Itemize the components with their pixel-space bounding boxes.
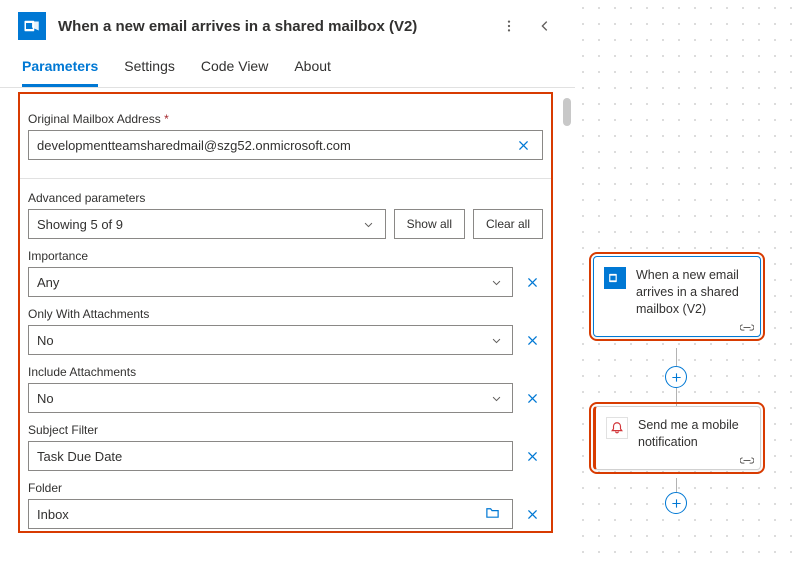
connector-line (676, 348, 677, 366)
outlook-icon (604, 267, 626, 289)
mailbox-input[interactable]: developmentteamsharedmail@szg52.onmicros… (28, 130, 543, 160)
mailbox-label: Original Mailbox Address * (28, 112, 543, 126)
tab-about[interactable]: About (294, 58, 331, 87)
tab-bar: Parameters Settings Code View About (0, 40, 575, 88)
flow-card-trigger[interactable]: When a new email arrives in a shared mai… (593, 256, 761, 337)
tab-parameters[interactable]: Parameters (22, 58, 98, 87)
highlighted-region: Original Mailbox Address * developmentte… (18, 92, 553, 533)
advanced-label: Advanced parameters (28, 191, 543, 205)
remove-include-attach-icon[interactable] (521, 387, 543, 409)
bell-icon (606, 417, 628, 439)
remove-only-attach-icon[interactable] (521, 329, 543, 351)
subject-label: Subject Filter (28, 423, 543, 437)
collapse-icon[interactable] (533, 14, 557, 38)
remove-folder-icon[interactable] (521, 503, 543, 525)
add-step-button[interactable] (665, 492, 687, 514)
clear-all-button[interactable]: Clear all (473, 209, 543, 239)
folder-picker-icon[interactable] (485, 505, 500, 523)
tab-code-view[interactable]: Code View (201, 58, 268, 87)
folder-input[interactable]: Inbox (28, 499, 513, 529)
show-all-button[interactable]: Show all (394, 209, 465, 239)
more-icon[interactable] (497, 14, 521, 38)
include-attach-label: Include Attachments (28, 365, 543, 379)
page-title: When a new email arrives in a shared mai… (58, 18, 485, 35)
flow-canvas[interactable]: When a new email arrives in a shared mai… (575, 0, 792, 562)
link-icon (740, 323, 754, 332)
advanced-select[interactable]: Showing 5 of 9 (28, 209, 386, 239)
only-attach-label: Only With Attachments (28, 307, 543, 321)
remove-importance-icon[interactable] (521, 271, 543, 293)
tab-settings[interactable]: Settings (124, 58, 175, 87)
remove-subject-icon[interactable] (521, 445, 543, 467)
add-step-button[interactable] (665, 366, 687, 388)
include-attach-select[interactable]: No (28, 383, 513, 413)
chevron-down-icon (361, 216, 377, 232)
folder-label: Folder (28, 481, 543, 495)
importance-select[interactable]: Any (28, 267, 513, 297)
only-attach-select[interactable]: No (28, 325, 513, 355)
link-icon (740, 456, 754, 465)
subject-input[interactable]: Task Due Date (28, 441, 513, 471)
connector-line (676, 388, 677, 406)
importance-label: Importance (28, 249, 543, 263)
chevron-down-icon (488, 390, 504, 406)
clear-mailbox-icon[interactable] (512, 134, 534, 156)
flow-card-action[interactable]: Send me a mobile notification (593, 406, 761, 470)
outlook-icon (18, 12, 46, 40)
chevron-down-icon (488, 274, 504, 290)
connector-line (676, 478, 677, 492)
chevron-down-icon (488, 332, 504, 348)
scrollbar-thumb[interactable] (563, 98, 571, 126)
